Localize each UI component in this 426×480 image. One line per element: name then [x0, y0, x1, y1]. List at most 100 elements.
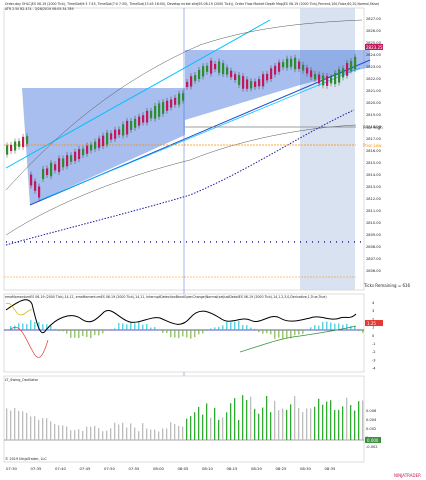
dot-mark: [6, 241, 7, 243]
momentum-histogram-bar: [226, 321, 228, 330]
momentum-histogram-bar: [30, 320, 32, 330]
oscillator-bar: [46, 418, 48, 440]
momentum-axis-label: -2: [372, 350, 376, 354]
candle-body: [190, 76, 193, 87]
dot-mark: [216, 241, 217, 243]
momentum-histogram-bar: [58, 330, 60, 332]
oscillator-bar: [90, 426, 92, 440]
momentum-histogram-bar: [162, 330, 164, 333]
time-axis-label: 08:15: [227, 466, 239, 471]
momentum-histogram-bar: [118, 322, 120, 330]
oscillator-bar: [250, 396, 252, 440]
momentum-value: 1.25: [367, 321, 376, 326]
momentum-histogram-bar: [330, 322, 332, 330]
momentum-histogram-bar: [314, 325, 316, 330]
dot-mark: [318, 241, 319, 243]
oscillator-bar: [262, 407, 264, 440]
oscillator-bar: [110, 428, 112, 440]
momentum-histogram-bar: [122, 323, 124, 330]
oscillator-bar: [242, 395, 244, 440]
chart-title: Order-day OHLC|ES 06-19 (2000 Tick), Tim…: [5, 2, 379, 6]
candle-body: [122, 124, 125, 136]
price-axis-label: 2807.00: [366, 257, 382, 261]
candle-body: [354, 56, 357, 69]
candle-body: [58, 158, 61, 172]
candle-body: [330, 77, 333, 84]
dot-mark: [342, 241, 343, 243]
time-axis-label: 07:30: [6, 466, 18, 471]
momentum-histogram-bar: [110, 329, 112, 330]
candle-body: [166, 100, 169, 111]
candle-body: [218, 61, 221, 73]
momentum-histogram-bar: [138, 321, 140, 330]
oscillator-bar: [318, 398, 320, 440]
momentum-axis-label: -4: [372, 367, 376, 371]
dot-mark: [282, 241, 283, 243]
momentum-histogram-bar: [26, 324, 28, 330]
oscillator-bar: [150, 429, 152, 440]
momentum-panel[interactable]: emaMomentumES 06-19 (2000 Tick),14,12, e…: [3, 293, 365, 373]
candle-body: [10, 144, 13, 152]
time-axis-label: 08:10: [202, 466, 214, 471]
momentum-histogram-bar: [74, 330, 76, 338]
candle-body: [102, 135, 105, 147]
oscillator-bar: [70, 430, 72, 440]
oscillator-bar: [234, 398, 236, 440]
dot-mark: [300, 241, 301, 243]
dot-mark: [96, 241, 97, 243]
momentum-histogram-bar: [174, 330, 176, 338]
time-x-axis[interactable]: 07:30 07:35 07:40 07:45 07:50 07:55 08:00 08:05…: [6, 466, 336, 471]
momentum-histogram-bar: [130, 322, 132, 330]
oscillator-bar: [50, 421, 52, 440]
dot-mark: [186, 241, 187, 243]
momentum-histogram-bar: [230, 322, 232, 330]
candle-body: [282, 62, 285, 68]
candle-body: [302, 64, 305, 71]
oscillator-panel[interactable]: LT_Swing_Oscillator © 2019 NinjaTrader, …: [3, 375, 365, 463]
candle-body: [254, 81, 257, 88]
candle-body: [174, 97, 177, 105]
candle-body: [234, 74, 237, 80]
candle-body: [274, 65, 277, 75]
momentum-axis-label: 3: [372, 309, 374, 313]
momentum-histogram-bar: [34, 321, 36, 330]
prior-low-label: Prior Low: [363, 143, 382, 148]
candle-body: [338, 69, 341, 83]
oscillator-bar: [334, 409, 336, 440]
momentum-histogram-bar: [334, 323, 336, 330]
momentum-histogram-bar: [50, 325, 52, 330]
momentum-histogram-bar: [150, 327, 152, 330]
candle-body: [134, 118, 137, 128]
candle-body: [74, 151, 77, 161]
oscillator-bar: [94, 425, 96, 440]
oscillator-bar: [126, 427, 128, 440]
dot-mark: [48, 241, 49, 243]
dot-mark: [144, 241, 145, 243]
oscillator-bar: [130, 423, 132, 440]
price-axis-label: 2823.00: [366, 65, 382, 69]
time-axis-label: 07:45: [80, 466, 92, 471]
momentum-histogram-bar: [310, 327, 312, 330]
momentum-histogram-bar: [302, 330, 304, 334]
momentum-y-axis[interactable]: 43210-1-2-3-4: [372, 301, 376, 371]
chart-window[interactable]: Prior High Prior Low Order-day OHLC|ES 0…: [0, 0, 426, 480]
candle-body: [154, 105, 157, 119]
dot-mark: [138, 241, 139, 243]
price-axis-label: 2826.00: [366, 29, 382, 33]
momentum-histogram-bar: [214, 327, 216, 330]
candle-body: [162, 102, 165, 114]
momentum-histogram-bar: [134, 323, 136, 330]
dot-mark: [66, 241, 67, 243]
momentum-histogram-bar: [98, 330, 100, 336]
oscillator-bar: [238, 419, 240, 440]
dot-mark: [198, 241, 199, 243]
momentum-histogram-bar: [270, 330, 272, 335]
candle-body: [94, 141, 97, 149]
oscillator-bar: [170, 422, 172, 440]
dot-mark: [174, 241, 175, 243]
dot-mark: [204, 241, 205, 243]
candle-body: [30, 174, 33, 186]
candle-body: [22, 136, 25, 148]
price-axis-label: 2827.00: [366, 17, 382, 21]
momentum-histogram-bar: [66, 330, 68, 334]
